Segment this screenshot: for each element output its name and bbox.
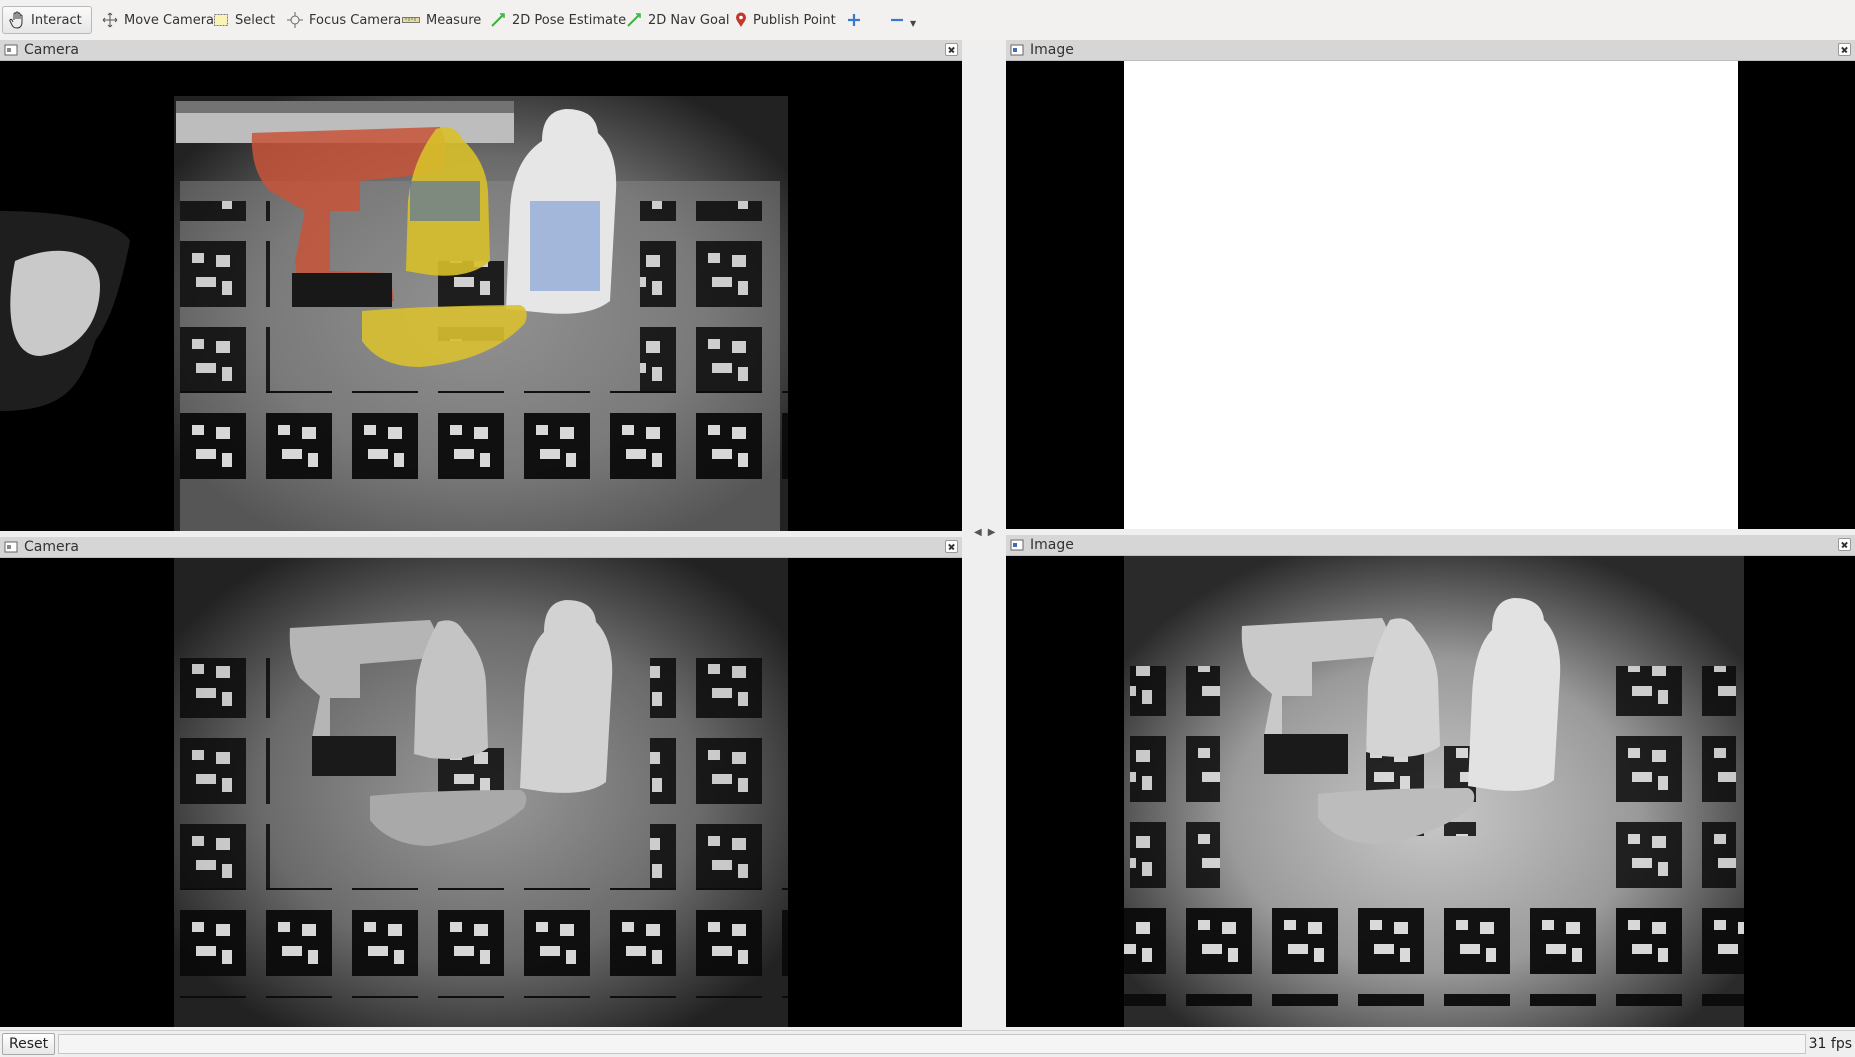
- interact-label: Interact: [31, 12, 82, 28]
- hand-icon: [9, 11, 25, 29]
- camera-panel-bottom-title: Camera: [24, 539, 79, 555]
- 2d-pose-estimate-tool-button[interactable]: 2D Pose Estimate: [484, 6, 632, 34]
- image-panel-bottom-title: Image: [1030, 537, 1074, 553]
- camera-view-overlay[interactable]: [0, 61, 962, 531]
- tools-toolbar: Interact Move Camera Select Focus Camera…: [0, 0, 1855, 41]
- map-pin-icon: [735, 12, 747, 28]
- image-panel-bottom-titlebar: Image: [1006, 535, 1855, 556]
- green-arrow-icon: [490, 12, 506, 28]
- plus-icon: [847, 13, 861, 27]
- focus-camera-label: Focus Camera: [309, 12, 402, 28]
- image-view-blank[interactable]: [1006, 61, 1855, 529]
- close-icon[interactable]: [1838, 43, 1851, 56]
- measure-label: Measure: [426, 12, 482, 28]
- image-view-gray[interactable]: [1006, 556, 1855, 1027]
- minus-icon: [890, 13, 904, 27]
- 2d-nav-goal-tool-button[interactable]: 2D Nav Goal: [620, 6, 736, 34]
- interact-tool-button[interactable]: Interact: [2, 6, 92, 34]
- move-camera-tool-button[interactable]: Move Camera: [96, 6, 220, 34]
- image-panel-top[interactable]: Image: [1006, 40, 1855, 529]
- select-icon: [213, 12, 229, 28]
- green-arrow-icon: [626, 12, 642, 28]
- panel-icon: [1010, 539, 1024, 551]
- image-panel-top-titlebar: Image: [1006, 40, 1855, 61]
- image-panel-top-title: Image: [1030, 42, 1074, 58]
- panel-icon: [1010, 44, 1024, 56]
- panel-icon: [4, 44, 18, 56]
- camera-view-gray[interactable]: [0, 558, 962, 1027]
- 2d-nav-goal-label: 2D Nav Goal: [648, 12, 730, 28]
- add-tool-button[interactable]: [841, 6, 867, 34]
- camera-panel-bottom-titlebar: Camera: [0, 537, 962, 558]
- reset-button[interactable]: Reset: [2, 1033, 56, 1055]
- splitter-arrows-icon[interactable]: ◀▶: [974, 527, 1001, 538]
- image-panel-bottom[interactable]: Image: [1006, 535, 1855, 1027]
- fps-readout: 31 fps: [1804, 1034, 1855, 1054]
- camera-panel-bottom[interactable]: Camera: [0, 537, 962, 1027]
- select-tool-button[interactable]: Select: [207, 6, 281, 34]
- panel-icon: [4, 541, 18, 553]
- status-bar: Reset 31 fps: [0, 1030, 1855, 1057]
- camera-panel-top[interactable]: Camera: [0, 40, 962, 531]
- close-icon[interactable]: [945, 43, 958, 56]
- publish-point-tool-button[interactable]: Publish Point: [729, 6, 842, 34]
- publish-point-label: Publish Point: [753, 12, 836, 28]
- move-camera-label: Move Camera: [124, 12, 215, 28]
- remove-tool-menu-button[interactable]: ▼: [884, 6, 922, 34]
- close-icon[interactable]: [1838, 538, 1851, 551]
- select-label: Select: [235, 12, 276, 28]
- ruler-icon: [402, 15, 420, 25]
- focus-camera-icon: [287, 12, 303, 28]
- camera-panel-top-title: Camera: [24, 42, 79, 58]
- 2d-pose-estimate-label: 2D Pose Estimate: [512, 12, 627, 28]
- chevron-down-icon: ▼: [910, 18, 917, 28]
- move-camera-icon: [102, 12, 118, 28]
- camera-panel-top-titlebar: Camera: [0, 40, 962, 61]
- close-icon[interactable]: [945, 540, 958, 553]
- focus-camera-tool-button[interactable]: Focus Camera: [281, 6, 407, 34]
- measure-tool-button[interactable]: Measure: [396, 6, 487, 34]
- status-message-field: [58, 1034, 1806, 1054]
